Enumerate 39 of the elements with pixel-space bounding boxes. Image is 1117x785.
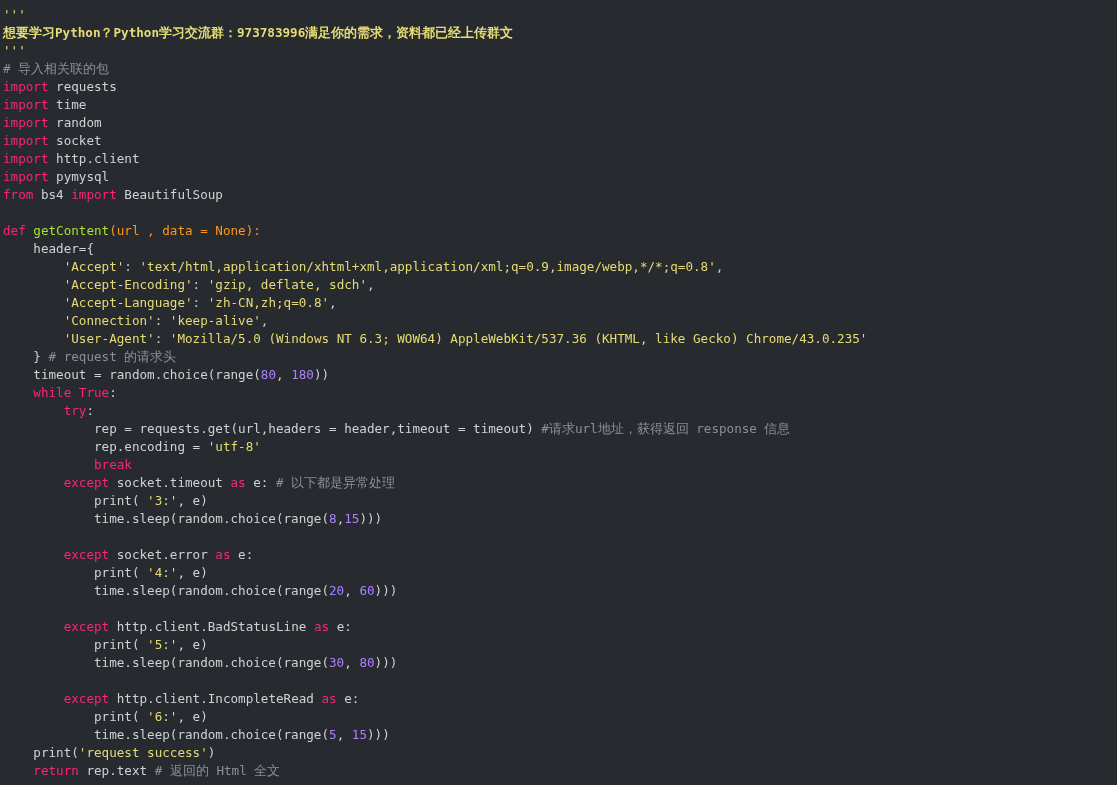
code-line: try:: [62, 402, 94, 420]
code-line: except socket.error as e:: [62, 546, 254, 564]
code-line: while True:: [32, 384, 117, 402]
code-line: timeout = random.choice(range(80, 180)): [32, 366, 330, 384]
code-line: 'Accept-Language': 'zh-CN,zh;q=0.8',: [62, 294, 337, 312]
code-line: import random: [3, 114, 102, 132]
code-line: print( '3:', e): [93, 492, 208, 510]
code-line: time.sleep(random.choice(range(8,15))): [93, 510, 383, 528]
code-line: ''': [3, 42, 26, 60]
code-line: time.sleep(random.choice(range(30, 80))): [93, 654, 398, 672]
code-line: 'User-Agent': 'Mozilla/5.0 (Windows NT 6.3; WOW64) AppleWebKit/537.36 (KHTML, like Gecko) Chrome/43.0.235': [62, 330, 868, 348]
code-line: print( '5:', e): [93, 636, 208, 654]
code-line: except http.client.IncompleteRead as e:: [62, 690, 360, 708]
code-line: rep.encoding = 'utf-8': [93, 438, 261, 456]
code-line: def getContent(url , data = None):: [3, 222, 261, 240]
code-line: import pymysql: [3, 168, 110, 186]
code-line: from bs4 import BeautifulSoup: [3, 186, 223, 204]
code-line: ''': [3, 6, 26, 24]
code-line: time.sleep(random.choice(range(5, 15))): [93, 726, 390, 744]
code-line: print( '6:', e): [93, 708, 208, 726]
code-line: rep = requests.get(url,headers = header,timeout = timeout) #请求url地址，获得返回 response 信息: [93, 420, 791, 438]
code-line: 'Connection': 'keep-alive',: [62, 312, 269, 330]
code-line: import time: [3, 96, 87, 114]
code-line: break: [93, 456, 132, 474]
code-line: return rep.text # 返回的 Html 全文: [32, 762, 281, 780]
code-line: print('request success'): [32, 744, 216, 762]
code-line: } # request 的请求头: [32, 348, 177, 366]
code-line: 'Accept-Encoding': 'gzip, deflate, sdch',: [62, 276, 375, 294]
code-line: except socket.timeout as e: # 以下都是异常处理: [62, 474, 396, 492]
code-line: 'Accept': 'text/html,application/xhtml+xml,application/xml;q=0.9,image/webp,*/*;q=0.8',: [62, 258, 724, 276]
code-line: import socket: [3, 132, 102, 150]
code-line: print( '4:', e): [93, 564, 208, 582]
code-line: time.sleep(random.choice(range(20, 60))): [93, 582, 398, 600]
code-line: 想要学习Python？Python学习交流群：973783996满足你的需求，资料都已经上传群文: [3, 24, 514, 42]
code-line: except http.client.BadStatusLine as e:: [62, 618, 352, 636]
code-line: import http.client: [3, 150, 140, 168]
code-line: import requests: [3, 78, 117, 96]
code-line: # 导入相关联的包: [3, 60, 110, 78]
code-line: header={: [32, 240, 94, 258]
